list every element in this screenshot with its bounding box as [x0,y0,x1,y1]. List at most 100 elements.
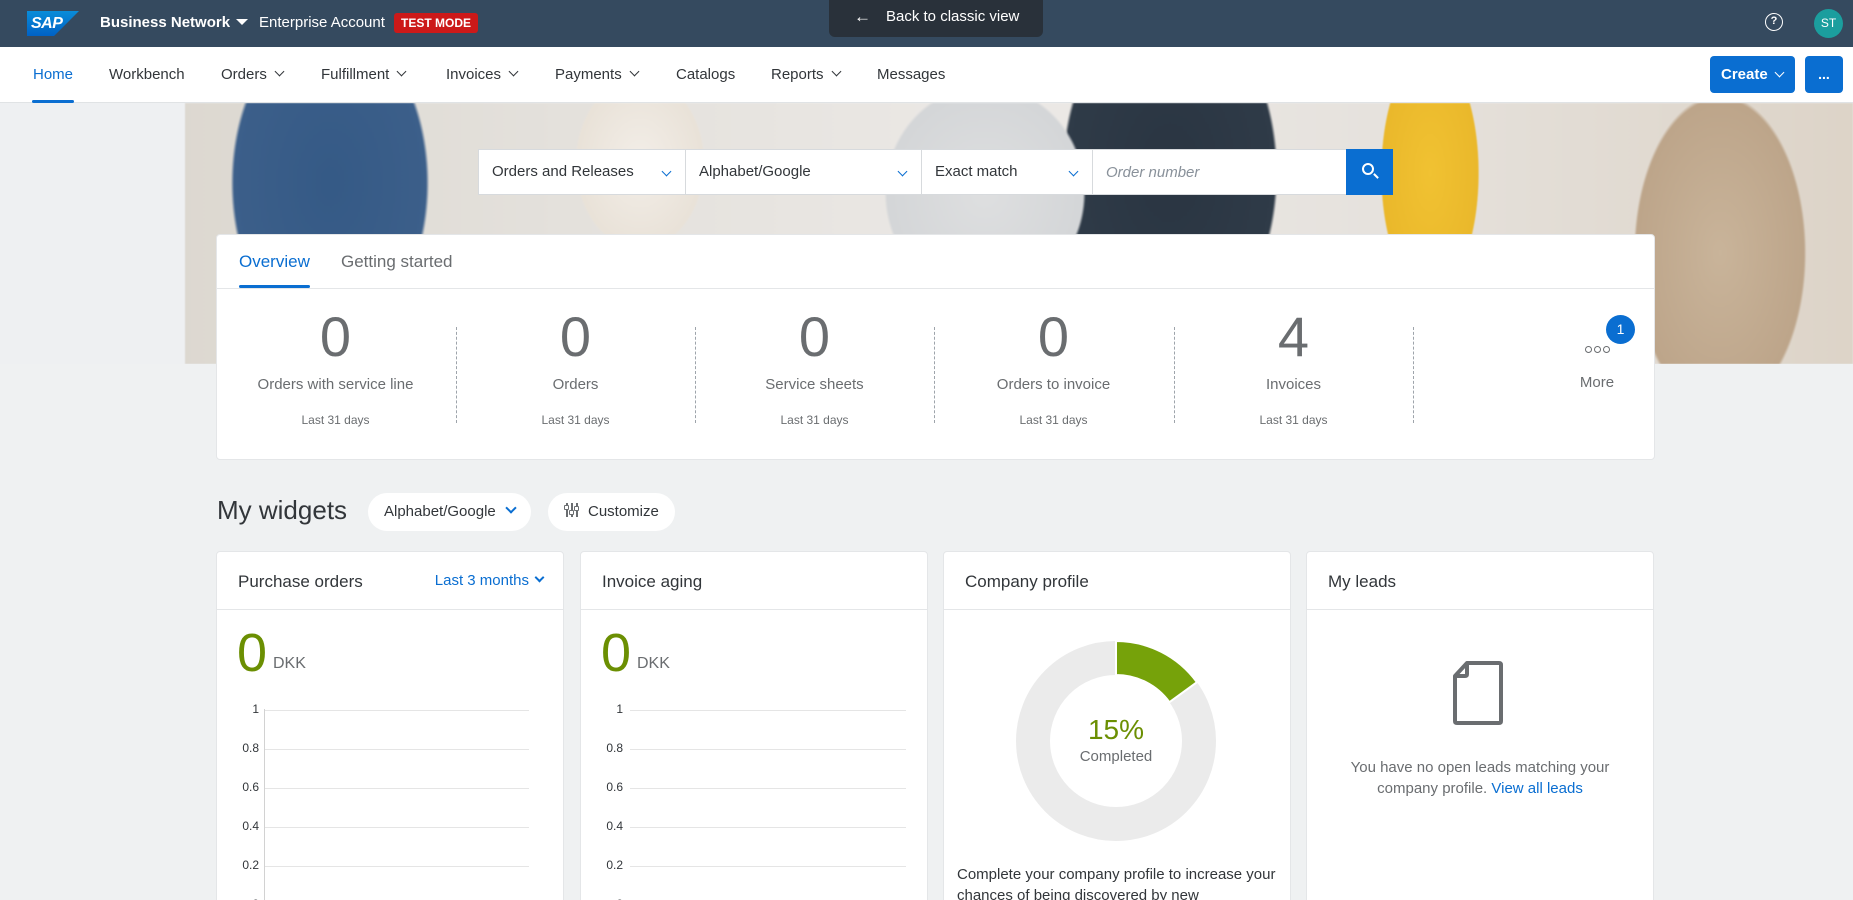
customize-button[interactable]: Customize [548,493,675,531]
tab-overview[interactable]: Overview [239,252,310,288]
nav-item-home[interactable]: Home [31,47,75,103]
widget-title: Company profile [965,572,1089,591]
chevron-down-icon [274,66,285,77]
kpi-orders-with-service-line[interactable]: 0 Orders with service line Last 31 days [216,307,455,428]
order-number-input[interactable] [1093,150,1346,194]
y-tick-label: 0.2 [242,858,259,872]
nav-item-workbench[interactable]: Workbench [109,47,185,103]
invoice-aging-total: 0 [601,623,632,683]
tab-getting-started[interactable]: Getting started [341,252,453,272]
grid-line [265,866,529,867]
widget-header: Purchase orders Last 3 months [217,552,563,610]
kpi-service-sheets[interactable]: 0 Service sheets Last 31 days [695,305,934,428]
product-name[interactable]: Business Network [100,14,230,31]
chevron-down-icon [629,66,640,77]
y-axis [264,709,265,900]
y-tick-label: 0.2 [606,858,623,872]
chevron-down-icon [1068,166,1079,177]
invoice-aging-widget: Invoice aging 0 DKK 1 0.8 0.6 0.4 0.2 0 [580,551,928,900]
widgets-title: My widgets [217,495,348,525]
kpi-period: Last 31 days [780,413,849,427]
back-to-classic-label: Back to classic view [886,8,1020,25]
y-tick-label: 0.4 [606,819,623,833]
kpi-value: 0 [798,305,831,368]
widget-title: Purchase orders [238,572,363,591]
chevron-down-icon [897,166,908,177]
more-actions-button[interactable]: ... [1805,56,1843,93]
widget-header: Company profile [944,552,1290,610]
profile-description: Complete your company profile to increas… [957,866,1276,900]
sliders-icon [563,503,580,517]
help-icon[interactable]: ? [1765,13,1783,31]
grid-line [630,866,906,867]
kpi-label: Invoices [1265,376,1322,393]
purchase-orders-widget: Purchase orders Last 3 months 0 DKK 1 0.… [216,551,564,900]
kpi-value: 0 [1037,305,1070,368]
match-mode-select[interactable]: Exact match [922,150,1093,194]
period-filter[interactable]: Last 3 months [435,572,545,589]
nav-item-messages[interactable]: Messages [877,47,945,103]
my-leads-widget: My leads You have no open leads matching… [1306,551,1654,900]
kpi-orders[interactable]: 0 Orders Last 31 days [456,305,695,428]
nav-item-fulfillment[interactable]: Fulfillment [321,47,407,103]
chevron-down-icon [1774,67,1785,78]
y-tick-label: 0.6 [606,780,623,794]
nav-item-catalogs[interactable]: Catalogs [676,47,735,103]
kpi-more[interactable]: 1 More [1522,315,1672,391]
kpi-label: Orders with service line [257,376,414,393]
grid-line [265,749,529,750]
customer-select[interactable]: Alphabet/Google [686,150,922,194]
leads-empty-message: You have no open leads matching your com… [1350,759,1610,797]
main-navigation: Home Workbench Orders Fulfillment Invoic… [0,47,1853,103]
sap-logo[interactable]: SAP [27,11,79,36]
widget-header: My leads [1307,552,1653,610]
kpi-value: 4 [1277,305,1310,368]
chevron-down-icon [505,502,517,514]
grid-line [630,749,906,750]
chevron-down-icon [831,66,841,77]
view-all-leads-link[interactable]: View all leads [1491,780,1582,797]
completion-percent: 15% [1087,714,1145,745]
kpi-divider [1413,327,1414,423]
grid-line [265,788,529,789]
nav-item-orders[interactable]: Orders [221,47,285,103]
caret-down-icon[interactable] [236,19,248,25]
y-tick-label: 0.8 [242,741,259,755]
arrow-left-icon: ← [854,7,871,26]
user-avatar[interactable]: ST [1814,9,1843,38]
kpi-period: Last 31 days [541,413,610,427]
more-dots-icon [1522,331,1672,361]
test-mode-badge: TEST MODE [394,13,479,33]
currency-label: DKK [637,655,670,672]
completion-label: Completed [1079,748,1153,765]
create-button[interactable]: Create [1710,56,1795,93]
document-type-select[interactable]: Orders and Releases [479,150,686,194]
y-tick-label: 1 [616,702,623,716]
quick-search: Orders and Releases Alphabet/Google Exac… [478,149,1393,195]
kpi-invoices[interactable]: 4 Invoices Last 31 days [1174,305,1413,428]
grid-line [630,788,906,789]
grid-line [630,710,906,711]
purchase-orders-total: 0 [237,623,268,683]
overview-card: Overview Getting started 0 Orders with s… [216,234,1655,460]
shell-bar: SAP Business Network Enterprise Account … [0,0,1853,47]
y-tick-label: 0.8 [606,741,623,755]
widgets-customer-filter[interactable]: Alphabet/Google [368,493,531,531]
kpi-value: 0 [559,305,592,368]
grid-line [265,827,529,828]
kpi-period: Last 31 days [301,413,370,427]
overview-tabs: Overview Getting started [217,235,1654,289]
kpi-period: Last 31 days [1259,413,1328,427]
grid-line [265,710,529,711]
nav-item-invoices[interactable]: Invoices [446,47,519,103]
chevron-down-icon [396,66,407,77]
currency-label: DKK [273,655,306,672]
y-tick-label: 0.6 [242,780,259,794]
search-button[interactable] [1346,149,1393,195]
kpi-label: Orders [552,376,599,393]
kpi-orders-to-invoice[interactable]: 0 Orders to invoice Last 31 days [934,305,1173,428]
back-to-classic-button[interactable]: ← Back to classic view [829,0,1043,37]
nav-item-payments[interactable]: Payments [555,47,640,103]
company-profile-widget: Company profile 15% Completed Complete y… [943,551,1291,900]
nav-item-reports[interactable]: Reports [771,47,841,103]
